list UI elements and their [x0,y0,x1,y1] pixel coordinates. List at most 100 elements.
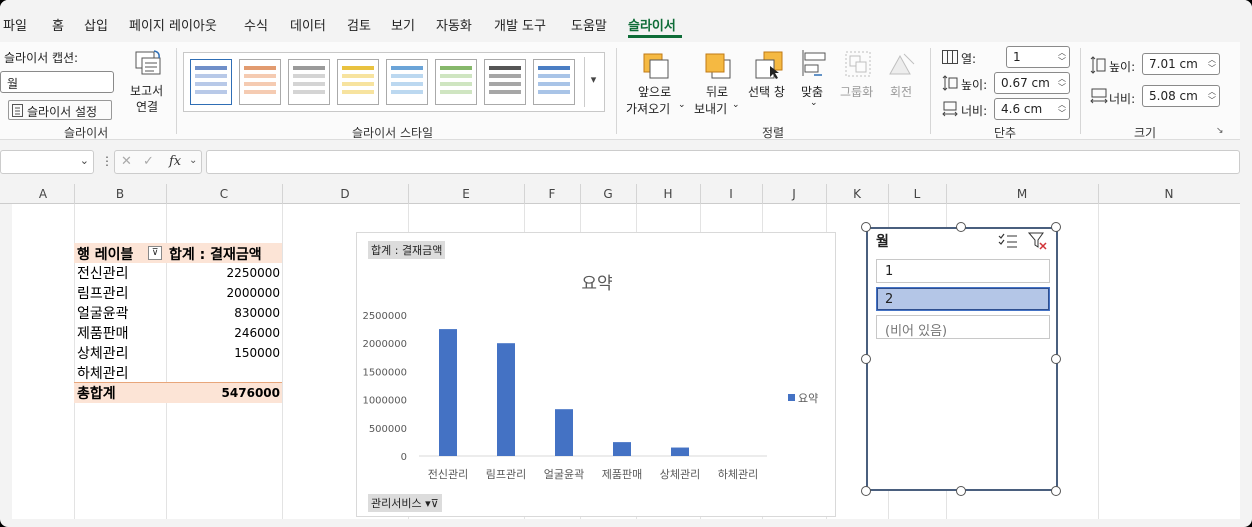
resize-handle[interactable] [1051,222,1061,232]
slicer-width-input[interactable]: 5.08 cm ︿ ﹀ [1142,85,1220,107]
tab-developer[interactable]: 개발 도구 [494,15,546,34]
style-thumb[interactable] [484,59,526,105]
chevron-down-icon: ⌄ [732,100,740,110]
style-thumb[interactable] [288,59,330,105]
resize-handle[interactable] [956,486,966,496]
chevron-down-icon: ⌄ [678,100,686,110]
slicer-title: 월 [876,234,889,250]
style-thumb[interactable] [190,59,232,105]
slicer-style-gallery[interactable]: ▾ [183,52,605,112]
column-header[interactable]: H [636,187,700,201]
align-icon [802,50,826,76]
tab-file[interactable]: 파일 [3,15,27,34]
resize-handle[interactable] [1051,354,1061,364]
pivot-value-header: 합계 : 결재금액 [169,247,262,263]
buttons-group-label: 단추 [994,126,1017,140]
tab-data[interactable]: 데이터 [290,15,326,34]
style-thumb[interactable] [337,59,379,105]
gallery-more-icon[interactable]: ▾ [584,57,602,107]
button-height-icon [942,75,958,91]
resize-handle[interactable] [956,222,966,232]
excel-window: 파일 홈 삽입 페이지 레이아웃 수식 데이터 검토 보기 자동화 개발 도구 … [0,0,1252,527]
columns-icon [942,50,958,64]
button-width-input[interactable]: 4.6 cm ︿ ﹀ [994,98,1070,120]
formula-input[interactable] [206,150,1240,174]
clear-filter-icon[interactable] [1028,232,1048,250]
tab-review[interactable]: 검토 [347,15,371,34]
column-header[interactable]: J [762,187,826,201]
column-header[interactable]: D [282,187,408,201]
column-header[interactable]: F [524,187,580,201]
button-width-icon [942,101,958,117]
dialog-launcher-icon[interactable]: ↘ [1216,126,1224,136]
x-tick-label: 얼굴윤곽 [544,467,584,481]
selection-pane-icon [755,51,783,79]
slicer-item-selected[interactable]: 2 [876,287,1050,311]
send-backward-button[interactable]: 뒤로 보내기 ⌄ [690,48,746,116]
pivot-chart[interactable]: 합계 : 결재금액 요약 0 500000 1000000 1500000 2000000… [356,232,836,517]
column-header[interactable]: A [12,187,74,201]
y-tick-label: 1500000 [362,367,407,378]
tab-formulas[interactable]: 수식 [244,15,268,34]
column-header[interactable]: G [580,187,636,201]
slicer-item[interactable]: (비어 있음) [876,315,1050,339]
resize-handle[interactable] [861,486,871,496]
slicer-item[interactable]: 1 [876,259,1050,283]
column-header[interactable]: C [166,187,282,201]
cancel-icon[interactable]: ✕ [121,154,132,169]
slicer-height-input[interactable]: 7.01 cm ︿ ﹀ [1142,53,1220,75]
tab-help[interactable]: 도움말 [571,15,607,34]
group-button[interactable]: 그룹화 [838,48,878,116]
pivot-row-value: 830000 [234,306,280,320]
rotate-button[interactable]: 회전 [884,48,922,116]
column-header[interactable]: L [888,187,946,201]
selection-pane-button[interactable]: 선택 창 [746,48,792,108]
slicer-settings-button[interactable]: 슬라이서 설정 [8,100,112,120]
multi-select-icon[interactable] [998,233,1018,249]
settings-icon [12,104,23,117]
slicer-caption-input[interactable]: 월 [0,71,114,93]
resize-handle[interactable] [861,222,871,232]
column-header[interactable]: N [1098,187,1240,201]
button-height-input[interactable]: 0.67 cm ︿ ﹀ [994,72,1070,94]
resize-handle[interactable] [1051,486,1061,496]
name-box[interactable]: ⌄ [0,150,94,174]
pivot-row-value: 246000 [234,326,280,340]
columns-label: 열: [961,52,977,66]
more-options-icon[interactable]: ⋮ [101,154,113,168]
style-thumb[interactable] [239,59,281,105]
slicer-caption-label: 슬라이서 캡션: [4,51,79,65]
column-header[interactable]: E [408,187,524,201]
tab-view[interactable]: 보기 [391,15,415,34]
group-icon [845,51,871,77]
column-header[interactable]: M [946,187,1098,201]
style-thumb[interactable] [386,59,428,105]
active-tab-indicator [628,35,682,38]
column-header[interactable]: K [826,187,888,201]
chart-title: 요약 [581,274,612,294]
month-slicer[interactable]: 월 1 2 (비어 있음) [866,227,1058,491]
bring-forward-button[interactable]: 앞으로 가져오기 ⌄ [624,48,688,116]
ribbon-divider [616,48,617,134]
slicer-width-label: 너비: [1109,92,1136,106]
column-header[interactable]: I [700,187,762,201]
tab-page-layout[interactable]: 페이지 레이아웃 [129,15,217,34]
tab-automate[interactable]: 자동화 [436,15,472,34]
tab-home[interactable]: 홈 [52,15,64,34]
columns-input[interactable]: 1 ︿ ﹀ [1006,46,1070,68]
filter-dropdown-icon[interactable]: ⊽ [148,246,162,260]
tab-insert[interactable]: 삽입 [84,15,108,34]
chart-axis-field-button[interactable]: 관리서비스 ▾⊽ [368,494,442,512]
enter-icon[interactable]: ✓ [143,154,154,169]
style-thumb[interactable] [435,59,477,105]
align-button[interactable]: 맞춤 ⌄ [798,48,830,116]
filter-dropdown-icon: ▾⊽ [425,497,439,510]
legend-label: 요약 [798,391,818,405]
style-thumb[interactable] [533,59,575,105]
resize-handle[interactable] [861,354,871,364]
column-header[interactable]: B [74,187,166,201]
chevron-down-icon: ⌄ [189,155,198,166]
tab-slicer[interactable]: 슬라이서 [628,15,676,34]
report-connections-button[interactable]: 보고서 연결 [126,48,168,114]
insert-function-icon[interactable]: fx [169,154,181,169]
